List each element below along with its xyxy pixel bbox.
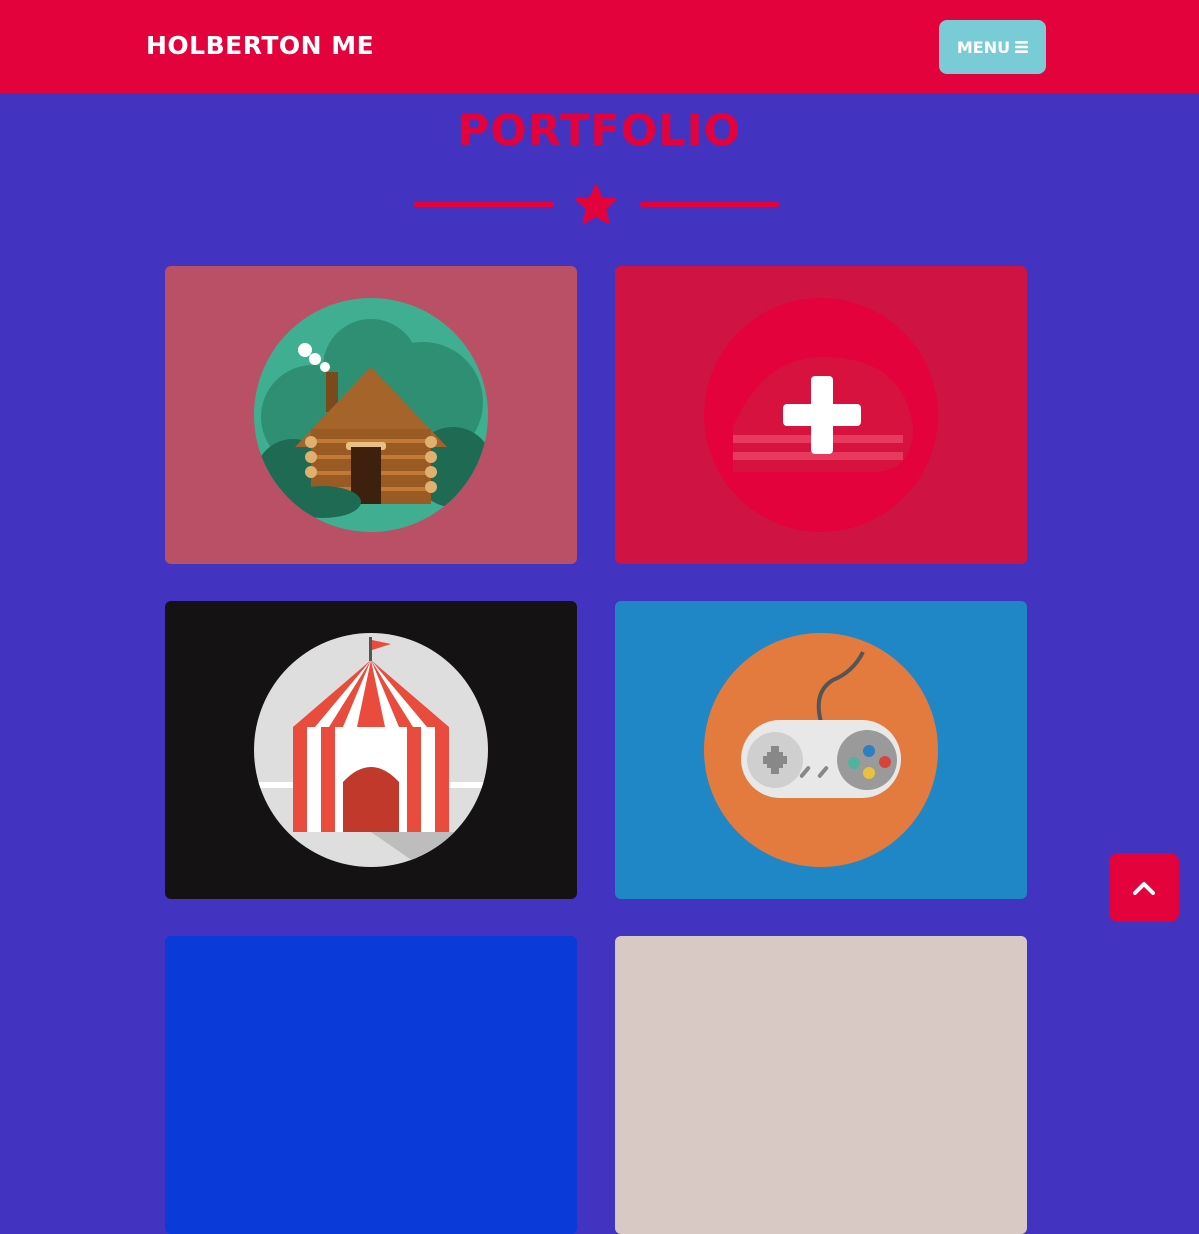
portfolio-item-5[interactable] — [165, 936, 577, 1234]
portfolio-item-cabin[interactable] — [165, 266, 577, 564]
scroll-to-top-button[interactable] — [1109, 853, 1179, 922]
star-icon — [575, 184, 617, 224]
divider-line-right — [640, 202, 779, 207]
game-controller-icon — [704, 633, 938, 867]
portfolio-item-circus[interactable] — [165, 601, 577, 899]
portfolio-item-plus[interactable] — [615, 266, 1027, 564]
portfolio-item-6[interactable] — [615, 936, 1027, 1234]
chevron-up-icon — [1133, 881, 1155, 895]
divider-line-left — [414, 202, 554, 207]
title-divider — [414, 180, 779, 230]
bars-icon — [1015, 41, 1029, 53]
plus-icon — [704, 298, 938, 532]
navbar: HOLBERTON ME MENU — [0, 0, 1199, 93]
cabin-icon — [254, 298, 488, 532]
brand-link[interactable]: HOLBERTON ME — [146, 30, 374, 62]
menu-label: MENU — [956, 37, 1011, 57]
circus-tent-icon — [254, 633, 488, 867]
portfolio-title: PORTFOLIO — [457, 106, 742, 156]
portfolio-item-game[interactable] — [615, 601, 1027, 899]
menu-button[interactable]: MENU — [939, 20, 1046, 74]
